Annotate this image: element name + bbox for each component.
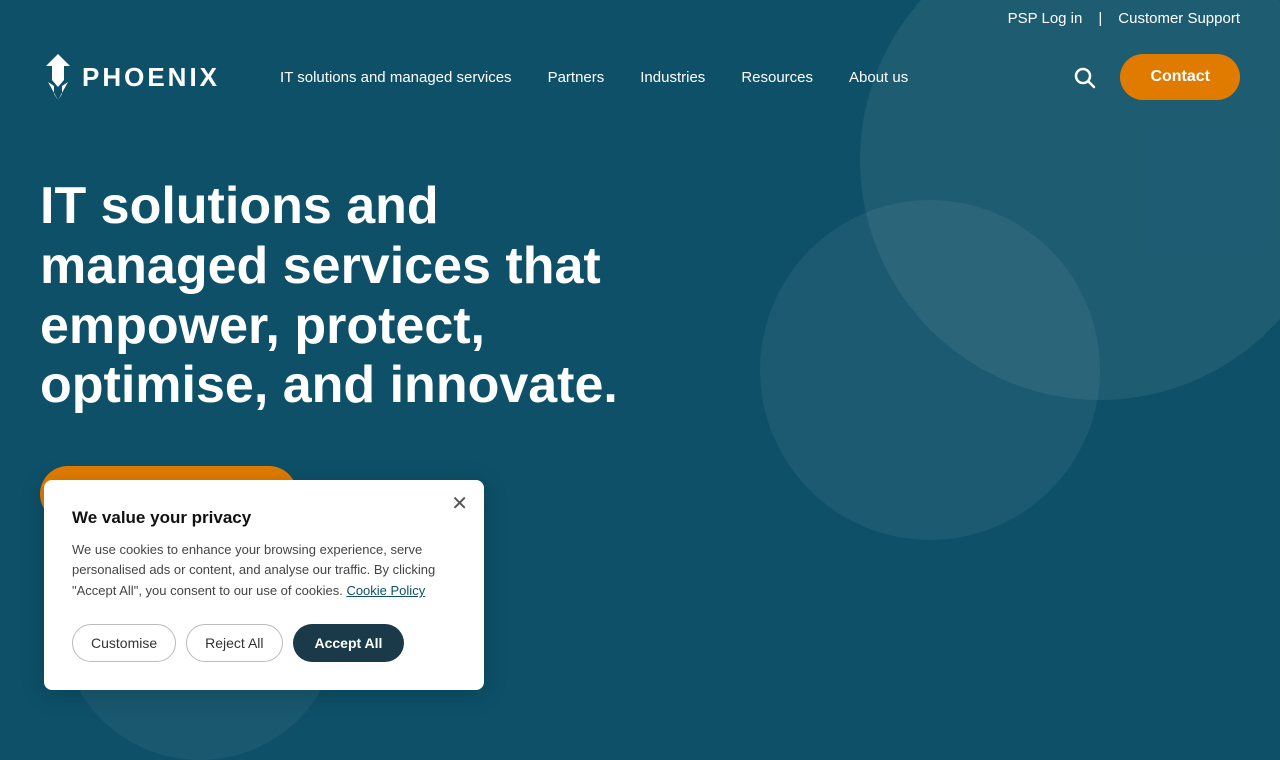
header-right: Contact: [1072, 54, 1240, 100]
cookie-policy-link[interactable]: Cookie Policy: [346, 583, 425, 598]
search-icon: [1072, 65, 1096, 89]
main-nav: IT solutions and managed services Partne…: [280, 69, 1072, 86]
hero-section: IT solutions and managed services that e…: [0, 117, 1280, 522]
reject-all-button[interactable]: Reject All: [186, 624, 282, 662]
contact-button[interactable]: Contact: [1120, 54, 1240, 100]
nav-it-solutions[interactable]: IT solutions and managed services: [280, 69, 512, 86]
nav-industries[interactable]: Industries: [640, 69, 705, 86]
cookie-banner: ✕ We value your privacy We use cookies t…: [44, 480, 484, 690]
logo-text: PHOENIX: [82, 62, 220, 93]
nav-about-us[interactable]: About us: [849, 69, 908, 86]
search-button[interactable]: [1072, 65, 1096, 89]
nav-partners[interactable]: Partners: [548, 69, 605, 86]
cookie-body: We use cookies to enhance your browsing …: [72, 540, 456, 602]
phoenix-logo-icon: [40, 52, 76, 102]
accept-all-button[interactable]: Accept All: [293, 624, 405, 662]
cookie-buttons: Customise Reject All Accept All: [72, 624, 456, 662]
nav-resources[interactable]: Resources: [741, 69, 813, 86]
cookie-close-button[interactable]: ✕: [451, 494, 468, 514]
cookie-title: We value your privacy: [72, 508, 456, 528]
header: PHOENIX IT solutions and managed service…: [0, 37, 1280, 117]
logo[interactable]: PHOENIX: [40, 52, 220, 102]
hero-title: IT solutions and managed services that e…: [40, 177, 660, 416]
customise-button[interactable]: Customise: [72, 624, 176, 662]
